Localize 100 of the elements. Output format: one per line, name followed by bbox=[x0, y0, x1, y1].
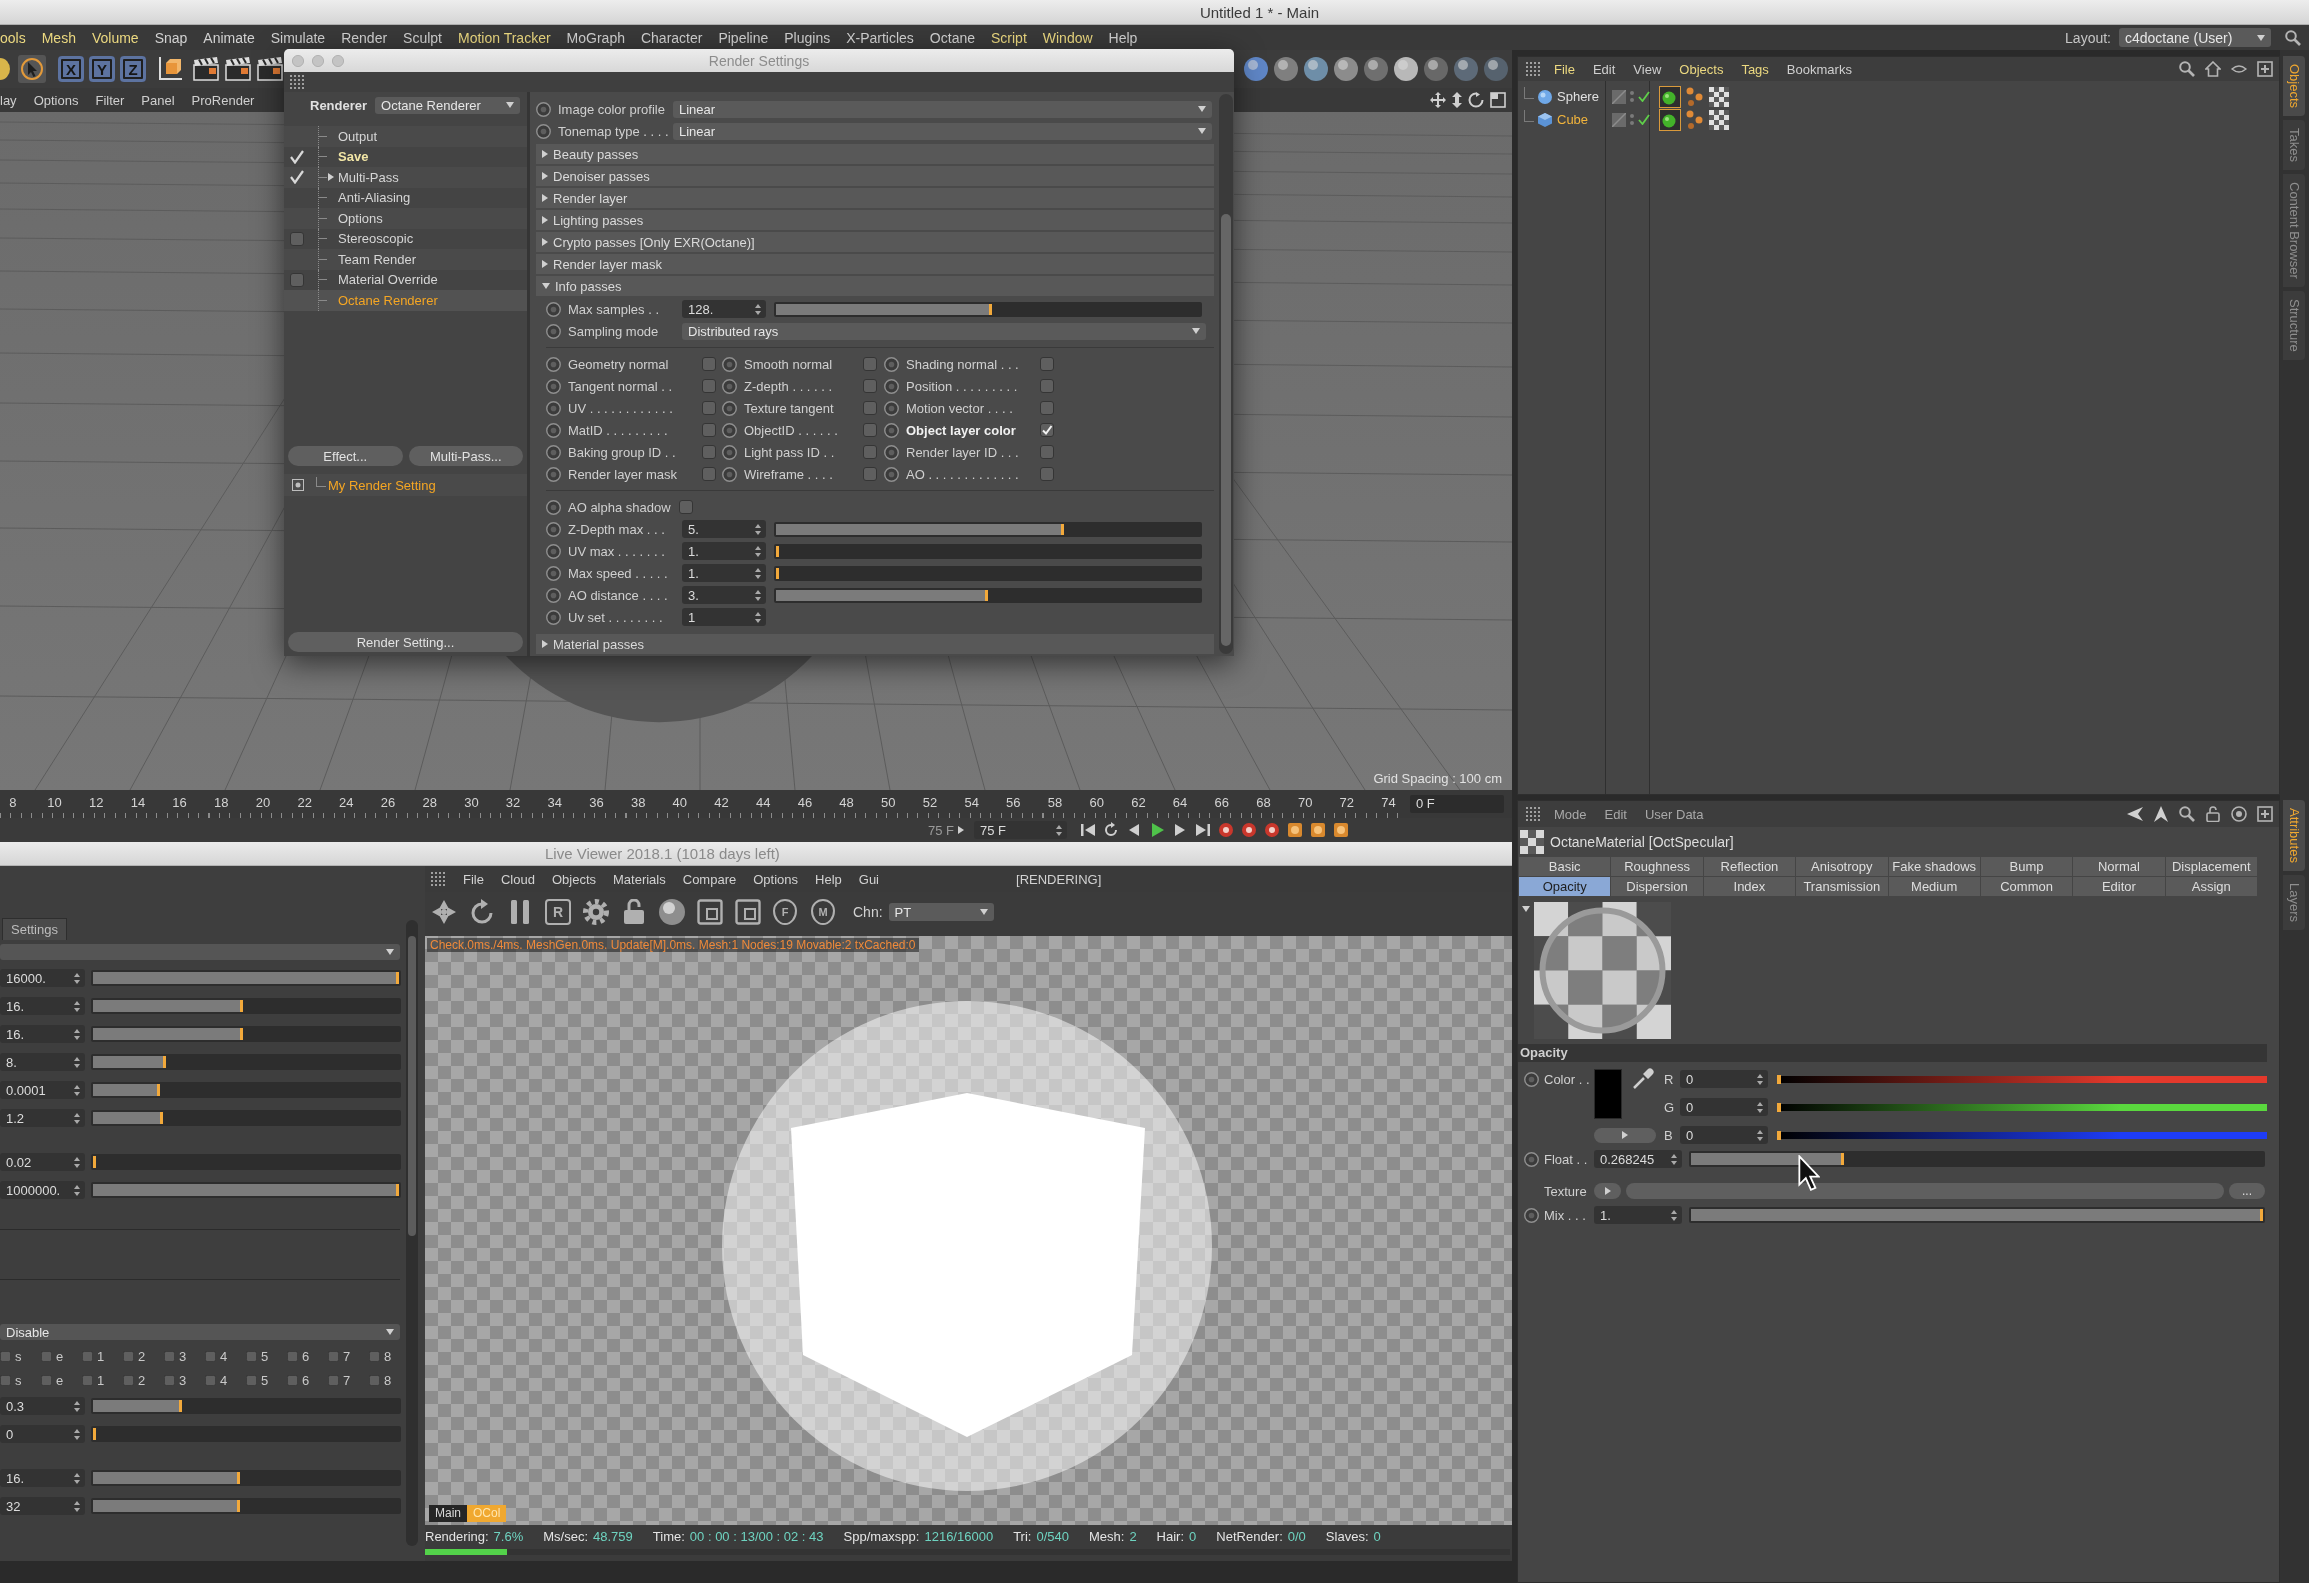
ring-icon[interactable] bbox=[722, 422, 737, 438]
tab[interactable]: Editor bbox=[2073, 877, 2165, 896]
number-field[interactable]: 32 bbox=[0, 1497, 85, 1515]
tree-item[interactable]: Multi-Pass bbox=[284, 167, 527, 188]
search-icon[interactable] bbox=[2179, 806, 2195, 822]
number-field[interactable]: 0.3 bbox=[0, 1397, 85, 1415]
slider-track[interactable] bbox=[91, 1026, 401, 1042]
ring-icon[interactable] bbox=[546, 378, 561, 394]
number-field[interactable]: 16000. bbox=[0, 969, 85, 987]
lock-icon[interactable] bbox=[2205, 806, 2221, 822]
play-icon[interactable] bbox=[1149, 822, 1165, 838]
expand-button[interactable] bbox=[1594, 1183, 1621, 1199]
menu-item[interactable]: Compare bbox=[682, 871, 737, 887]
spinner-arrows-icon[interactable] bbox=[74, 1084, 80, 1096]
slider-track[interactable] bbox=[91, 1054, 401, 1070]
number-field[interactable]: 0 bbox=[1680, 1070, 1768, 1088]
tab[interactable]: Normal bbox=[2073, 857, 2165, 876]
checkbox[interactable] bbox=[246, 1374, 257, 1386]
number-field[interactable]: 0 bbox=[1680, 1126, 1768, 1144]
checkbox[interactable] bbox=[205, 1374, 216, 1386]
checkbox[interactable] bbox=[0, 1374, 11, 1386]
clapboard-icon[interactable] bbox=[225, 56, 251, 82]
tab[interactable]: Medium bbox=[1888, 877, 1980, 896]
grid-icon[interactable] bbox=[431, 872, 445, 886]
number-field[interactable]: 1. bbox=[1594, 1206, 1682, 1224]
texture-field[interactable] bbox=[1626, 1183, 2224, 1199]
section-header[interactable]: Material passes bbox=[536, 634, 1214, 654]
ring-icon[interactable] bbox=[722, 356, 737, 372]
checkbox[interactable] bbox=[863, 467, 877, 481]
sphere-icon[interactable] bbox=[1244, 57, 1268, 81]
menu-item[interactable]: Plugins bbox=[784, 29, 831, 46]
checkbox[interactable] bbox=[702, 445, 716, 459]
checkbox[interactable] bbox=[863, 423, 877, 437]
menu-item[interactable]: Tags bbox=[1741, 61, 1769, 77]
tree-item[interactable]: Stereoscopic bbox=[284, 228, 527, 249]
checkbox[interactable] bbox=[369, 1350, 380, 1362]
ring-icon[interactable] bbox=[546, 400, 561, 416]
spinner-arrows-icon[interactable] bbox=[1757, 1073, 1763, 1085]
menu-item[interactable]: Volume bbox=[91, 29, 139, 46]
window-icon[interactable] bbox=[1490, 92, 1506, 108]
spinner-arrows-icon[interactable] bbox=[74, 1028, 80, 1040]
axes-icon[interactable] bbox=[157, 56, 183, 82]
grid-icon[interactable] bbox=[1526, 807, 1540, 821]
object-name[interactable]: Sphere bbox=[1557, 89, 1599, 104]
grid-icon[interactable] bbox=[1526, 62, 1540, 76]
menu-item[interactable]: Pipeline bbox=[718, 29, 769, 46]
eye-icon[interactable] bbox=[2231, 64, 2247, 74]
section-header[interactable]: Render layer bbox=[536, 188, 1214, 208]
spinner-arrows-icon[interactable] bbox=[74, 972, 80, 984]
tab[interactable]: Transmission bbox=[1796, 877, 1888, 896]
spinner-arrows-icon[interactable] bbox=[74, 1500, 80, 1512]
menu-item[interactable]: Snap bbox=[154, 29, 188, 46]
object-name[interactable]: Cube bbox=[1557, 112, 1589, 127]
slider-thumb[interactable] bbox=[1777, 1102, 1781, 1112]
ring-icon[interactable] bbox=[546, 444, 561, 460]
number-field[interactable]: 1000000. bbox=[0, 1181, 85, 1199]
section-header[interactable]: Crypto passes [Only EXR(Octane)] bbox=[536, 232, 1214, 252]
checkbox[interactable] bbox=[1040, 445, 1054, 459]
menu-item[interactable]: Help bbox=[815, 871, 842, 887]
checkbox[interactable] bbox=[123, 1350, 134, 1362]
clapboard-icon[interactable] bbox=[257, 56, 283, 82]
ring-icon[interactable] bbox=[546, 565, 561, 581]
tab[interactable]: Anisotropy bbox=[1796, 857, 1888, 876]
menu-item[interactable]: ools bbox=[0, 29, 26, 46]
menu-item[interactable]: Options bbox=[33, 92, 79, 108]
checkbox[interactable] bbox=[205, 1350, 216, 1362]
scrollbar[interactable] bbox=[406, 920, 418, 1546]
crop-frame-icon[interactable] bbox=[735, 899, 761, 925]
dropdown[interactable]: Octane Renderer bbox=[375, 96, 521, 114]
preset-item[interactable]: My Render Setting bbox=[284, 474, 527, 497]
lock-icon[interactable] bbox=[621, 899, 647, 925]
menu-item[interactable]: lay bbox=[0, 92, 17, 108]
checkbox[interactable] bbox=[1040, 379, 1054, 393]
sphere-icon[interactable] bbox=[659, 899, 685, 925]
spinner-arrows-icon[interactable] bbox=[74, 1156, 80, 1168]
checkbox[interactable] bbox=[369, 1374, 380, 1386]
sphere-icon[interactable] bbox=[1364, 57, 1388, 81]
sphere-icon[interactable] bbox=[1304, 57, 1328, 81]
tab[interactable]: Roughness bbox=[1611, 857, 1703, 876]
spinner-arrows-icon[interactable] bbox=[755, 611, 761, 623]
ring-icon[interactable] bbox=[722, 378, 737, 394]
tab[interactable]: Dispersion bbox=[1611, 877, 1703, 896]
dropdown[interactable]: c4doctane (User) bbox=[2119, 28, 2271, 47]
tab[interactable]: Assign bbox=[2165, 877, 2257, 896]
checkbox[interactable] bbox=[82, 1374, 93, 1386]
dropdown[interactable]: Linear bbox=[673, 100, 1212, 118]
menu-item[interactable]: Objects bbox=[551, 871, 596, 887]
dialog-button[interactable]: Effect... bbox=[288, 446, 403, 467]
axis-button[interactable]: X bbox=[58, 56, 84, 82]
ring-icon[interactable] bbox=[546, 587, 561, 603]
spinner-arrows-icon[interactable] bbox=[74, 1112, 80, 1124]
ring-icon[interactable] bbox=[884, 400, 899, 416]
checkbox[interactable] bbox=[863, 401, 877, 415]
up-down-arrow-icon[interactable] bbox=[1452, 92, 1462, 108]
tab[interactable]: Index bbox=[1703, 877, 1796, 896]
dots-icon[interactable] bbox=[1630, 114, 1634, 125]
menu-item[interactable]: Mesh bbox=[41, 29, 76, 46]
menu-item[interactable]: Sculpt bbox=[403, 29, 442, 46]
slider-track[interactable] bbox=[774, 521, 1202, 537]
layer-box-icon[interactable] bbox=[1612, 112, 1626, 127]
